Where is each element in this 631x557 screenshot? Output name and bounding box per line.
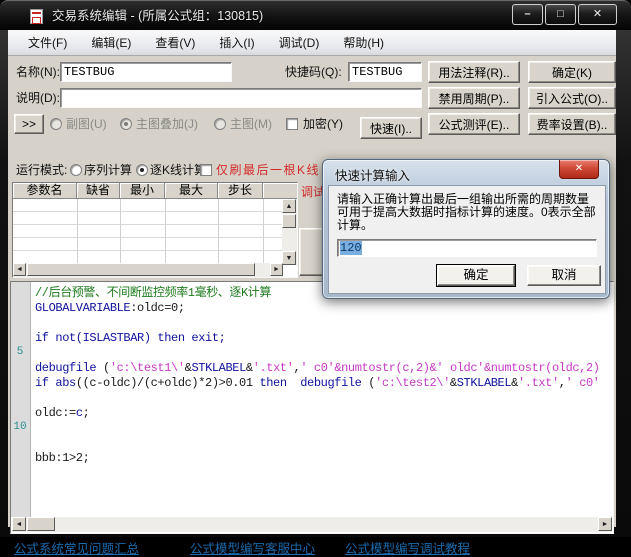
scroll-left-icon[interactable]: ◄ [12,517,26,531]
title-bar[interactable]: 交易系统编辑 - (所属公式组：130815) – □ ✕ [0,0,631,30]
params-table-body [13,199,283,265]
dialog-title: 快速计算输入 [335,165,410,184]
editor-horizontal-scrollbar[interactable]: ◄ ► [12,517,612,532]
minimize-button[interactable]: – [512,4,543,25]
params-table-header: 参数名 缺省 最小 最大 步长 [13,183,297,199]
menu-view[interactable]: 查看(V) [143,34,207,51]
radio-perbar-calc[interactable] [136,164,148,176]
radio-sequence-calc[interactable] [70,164,82,176]
menu-bar: 文件(F) 编辑(E) 查看(V) 插入(I) 调试(D) 帮助(H) [8,30,616,56]
menu-help[interactable]: 帮助(H) [331,34,396,51]
refresh-last-checkbox[interactable] [200,164,212,176]
refresh-last-label: 仅刷最后一根K线 [216,160,320,180]
link-faq[interactable]: 公式系统常见问题汇总 [14,538,139,557]
dialog-cancel-button[interactable]: 取消 [527,265,601,286]
dialog-message: 请输入正确计算出最后一组输出所需的周期数量 可用于提高大数据时指标计算的速度。0… [337,193,599,232]
app-icon [30,9,43,24]
desc-input[interactable] [60,88,422,108]
col-default[interactable]: 缺省 [77,183,120,199]
code-line: debugfile ('c:\test1\'&STKLABEL&'.txt','… [35,361,600,376]
params-table: 参数名 缺省 最小 最大 步长 ▲ ▼ ◄ ► [12,182,298,278]
hotkey-input[interactable] [348,62,422,82]
col-max[interactable]: 最大 [165,183,218,199]
expand-button[interactable]: >> [14,114,44,134]
code-line: if abs((c-oldc)/(c+oldc)*2)>0.01 then de… [35,376,600,391]
link-support-center[interactable]: 公式模型编写客服中心 [190,538,315,557]
client-area: 名称(N): 快捷码(Q): 用法注释(R).. 确定(K) 说明(D): 禁用… [8,56,616,527]
quick-button[interactable]: 快速(I).. [360,117,422,139]
col-min[interactable]: 最小 [120,183,165,199]
radio-mainchart-label: 主图(M) [230,114,272,134]
encrypt-checkbox[interactable] [286,118,298,130]
quick-calc-input[interactable]: 120 [337,239,597,257]
code-line: if not(ISLASTBAR) then exit; [35,331,225,346]
menu-insert[interactable]: 插入(I) [207,34,266,51]
code-line: //后台预警、不间断监控频率1毫秒、逐K计算 [35,286,271,301]
scroll-left-icon[interactable]: ◄ [13,263,26,276]
close-button[interactable]: ✕ [578,4,617,25]
code-line: bbb:1>2; [35,451,89,466]
app-window: 交易系统编辑 - (所属公式组：130815) – □ ✕ 文件(F) 编辑(E… [0,0,631,537]
radio-mainchart[interactable] [214,118,226,130]
window-controls: – □ ✕ [512,4,619,25]
scroll-right-icon[interactable]: ► [270,263,283,276]
link-debug-tutorial[interactable]: 公式模型编写调试教程 [345,538,470,557]
radio-sequence-label: 序列计算 [84,160,132,180]
run-mode-label: 运行模式: [16,160,67,180]
desc-label: 说明(D): [16,88,60,108]
params-horizontal-scrollbar[interactable]: ◄ ► [13,263,283,277]
radio-overlay-label: 主图叠加(J) [136,114,198,134]
import-formula-button[interactable]: 引入公式(O).. [528,87,616,109]
dialog-body: 请输入正确计算出最后一组输出所需的周期数量 可用于提高大数据时指标计算的速度。0… [328,185,606,294]
quick-calc-dialog: 快速计算输入 ✕ 请输入正确计算出最后一组输出所需的周期数量 可用于提高大数据时… [322,159,610,299]
hotkey-label: 快捷码(Q): [285,62,342,82]
col-filler [263,183,297,199]
code-line: GLOBALVARIABLE:oldc=0; [35,301,185,316]
fee-setting-button[interactable]: 费率设置(B).. [528,113,616,135]
dialog-ok-button[interactable]: 确定 [437,265,515,286]
confirm-button[interactable]: 确定(K) [528,61,616,83]
col-step[interactable]: 步长 [218,183,263,199]
code-editor[interactable]: 5 10 //后台预警、不间断监控频率1毫秒、逐K计算GLOBALVARIABLE… [10,281,614,534]
col-param-name[interactable]: 参数名 [13,183,77,199]
radio-overlay[interactable] [120,118,132,130]
formula-test-button[interactable]: 公式测评(E).. [428,113,520,135]
code-line: oldc:=c; [35,406,89,421]
input-selected-text: 120 [340,241,362,255]
radio-subchart[interactable] [50,118,62,130]
usage-note-button[interactable]: 用法注释(R).. [428,61,520,83]
menu-edit[interactable]: 编辑(E) [79,34,143,51]
line-number: 10 [11,421,29,433]
menu-file[interactable]: 文件(F) [16,34,79,51]
dialog-message-line: 可用于提高大数据时指标计算的速度。0表示全部 [337,206,599,219]
params-vertical-scrollbar[interactable]: ▲ ▼ [282,199,297,265]
maximize-button[interactable]: □ [545,4,576,25]
line-number: 5 [11,346,29,358]
dialog-close-icon[interactable]: ✕ [559,160,599,179]
editor-gutter: 5 10 [11,282,31,517]
window-title: 交易系统编辑 - (所属公式组：130815) [52,1,263,31]
disable-period-button[interactable]: 禁用周期(P).. [428,87,520,109]
menu-debug[interactable]: 调试(D) [267,34,332,51]
scroll-up-icon[interactable]: ▲ [282,199,296,213]
scroll-down-icon[interactable]: ▼ [282,251,296,265]
encrypt-label: 加密(Y) [303,114,343,134]
scroll-right-icon[interactable]: ► [598,517,612,531]
radio-perbar-label: 逐K线计算 [150,160,206,180]
dialog-message-line: 计算。 [337,219,599,232]
name-label: 名称(N): [16,62,60,82]
editor-code-area[interactable]: //后台预警、不间断监控频率1毫秒、逐K计算GLOBALVARIABLE:old… [35,282,612,517]
footer-links: 公式系统常见问题汇总 公式模型编写客服中心 公式模型编写调试教程 [8,538,616,556]
radio-subchart-label: 副图(U) [66,114,107,134]
name-input[interactable] [60,62,232,82]
